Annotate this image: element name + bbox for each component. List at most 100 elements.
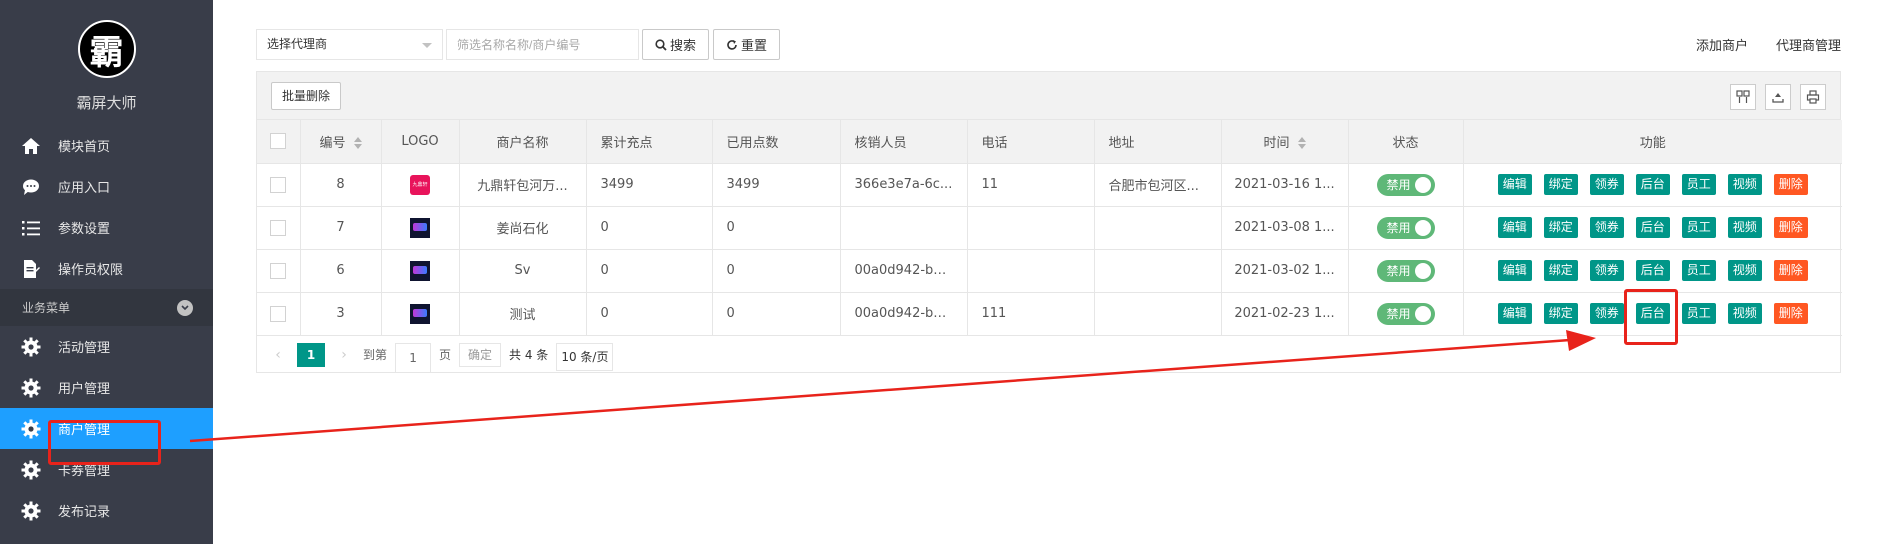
status-label: 禁用 [1386,264,1411,278]
bind-button[interactable]: 绑定 [1543,303,1578,324]
goto-confirm-button[interactable]: 确定 [459,342,502,367]
brand-logo: 霸 [77,20,136,78]
edit-button[interactable]: 编辑 [1497,260,1532,281]
sidebar-item-label: 活动管理 [58,341,111,356]
sidebar-item-top-3[interactable]: 操作员权限 [0,248,213,289]
cell-id: 7 [300,206,382,250]
coupon-button[interactable]: 领券 [1589,303,1624,324]
col-status: 状态 [1348,120,1464,164]
cell-logo [381,292,460,336]
table-row: 7 姜尚石化 0 0 2021-03-08 1... 禁用 编辑 绑定 领券 后台 员工 视频 删除 [257,206,1843,250]
delete-button[interactable]: 删除 [1773,174,1808,195]
col-time[interactable]: 时间 [1221,120,1349,164]
sidebar-group-header[interactable]: 业务菜单 [0,289,213,326]
status-toggle[interactable]: 禁用 [1376,173,1435,196]
cell-logo [381,249,460,293]
prev-page-icon[interactable]: ‹ [267,347,289,363]
bind-button[interactable]: 绑定 [1543,260,1578,281]
toggle-knob [1414,219,1431,236]
bind-button[interactable]: 绑定 [1543,217,1578,238]
total-count: 共 4 条 [509,348,549,362]
sidebar-item-top-2[interactable]: 参数设置 [0,207,213,248]
select-all-checkbox[interactable] [270,133,287,150]
sidebar-item-label: 应用入口 [58,181,111,196]
sidebar-item-biz-1[interactable]: 用户管理 [0,367,213,408]
edit-button[interactable]: 编辑 [1497,303,1532,324]
sidebar-item-top-0[interactable]: 模块首页 [0,125,213,166]
agent-manage-link[interactable]: 代理商管理 [1776,35,1841,54]
search-input[interactable] [446,29,639,60]
sidebar-item-biz-4[interactable]: 发布记录 [0,490,213,531]
coupon-button[interactable]: 领券 [1589,174,1624,195]
cell-name: 九鼎轩包河万... [459,163,587,207]
delete-button[interactable]: 删除 [1773,303,1808,324]
col-id[interactable]: 编号 [300,120,382,164]
staff-button[interactable]: 员工 [1681,174,1716,195]
bind-button[interactable]: 绑定 [1543,174,1578,195]
coupon-button[interactable]: 领券 [1589,260,1624,281]
merchant-table-panel: 批量删除 编号 LOGO 商户名称 累计充点 已用点数 核销人员 电话 地址 时… [256,71,1843,373]
backend-button[interactable]: 后台 [1635,174,1670,195]
cell-address [1094,292,1222,336]
sort-icon[interactable] [1297,137,1306,150]
export-icon[interactable] [1765,84,1791,110]
cell-status: 禁用 [1348,292,1464,336]
search-icon [655,38,667,51]
delete-button[interactable]: 删除 [1773,260,1808,281]
merchant-logo [410,303,430,324]
staff-button[interactable]: 员工 [1681,303,1716,324]
reset-button[interactable]: 重置 [713,29,780,60]
sidebar-item-label: 发布记录 [58,505,111,520]
row-checkbox[interactable] [270,219,287,236]
coupon-button[interactable]: 领券 [1589,217,1624,238]
table-toolbar: 批量删除 [257,72,1840,120]
cell-functions: 编辑 绑定 领券 后台 员工 视频 删除 [1463,163,1842,207]
row-checkbox[interactable] [270,176,287,193]
row-checkbox[interactable] [270,262,287,279]
row-actions: 编辑 绑定 领券 后台 员工 视频 删除 [1464,217,1843,238]
status-toggle[interactable]: 禁用 [1376,216,1435,239]
batch-delete-button[interactable]: 批量删除 [271,82,342,110]
current-page[interactable]: 1 [297,342,325,367]
video-button[interactable]: 视频 [1727,217,1762,238]
sort-icon[interactable] [353,137,362,150]
video-button[interactable]: 视频 [1727,260,1762,281]
chevron-down-icon [177,299,193,316]
backend-button[interactable]: 后台 [1635,217,1670,238]
edit-button[interactable]: 编辑 [1497,217,1532,238]
row-select-cell [257,206,301,250]
col-logo: LOGO [381,120,460,164]
cell-total-points: 0 [586,206,713,250]
video-button[interactable]: 视频 [1727,303,1762,324]
video-button[interactable]: 视频 [1727,174,1762,195]
page-input[interactable]: 1 [395,342,432,373]
backend-button[interactable]: 后台 [1635,260,1670,281]
cell-phone: 111 [967,292,1095,336]
toggle-knob [1414,176,1431,193]
columns-icon[interactable] [1730,84,1756,110]
staff-button[interactable]: 员工 [1681,260,1716,281]
staff-button[interactable]: 员工 [1681,217,1716,238]
sidebar-item-label: 操作员权限 [58,263,124,278]
sidebar-item-label: 用户管理 [58,382,111,397]
edit-button[interactable]: 编辑 [1497,174,1532,195]
status-toggle[interactable]: 禁用 [1376,259,1435,282]
agent-select-value: 选择代理商 [267,37,328,51]
search-button[interactable]: 搜索 [642,29,709,60]
brand: 霸 霸屏大师 [0,0,213,125]
cell-address [1094,249,1222,293]
sidebar-item-biz-0[interactable]: 活动管理 [0,326,213,367]
row-checkbox[interactable] [270,305,287,322]
sidebar-group-label: 业务菜单 [22,301,71,315]
cell-name: 姜尚石化 [459,206,587,250]
next-page-icon[interactable]: › [333,347,355,363]
toggle-knob [1414,305,1431,322]
delete-button[interactable]: 删除 [1773,217,1808,238]
print-icon[interactable] [1800,84,1826,110]
status-toggle[interactable]: 禁用 [1376,302,1435,325]
agent-select[interactable]: 选择代理商 [256,29,443,60]
goto-label: 到第 [363,348,388,362]
sidebar-item-top-1[interactable]: 应用入口 [0,166,213,207]
add-merchant-link[interactable]: 添加商户 [1696,35,1748,54]
page-size-select[interactable]: 10 条/页 [556,342,614,371]
